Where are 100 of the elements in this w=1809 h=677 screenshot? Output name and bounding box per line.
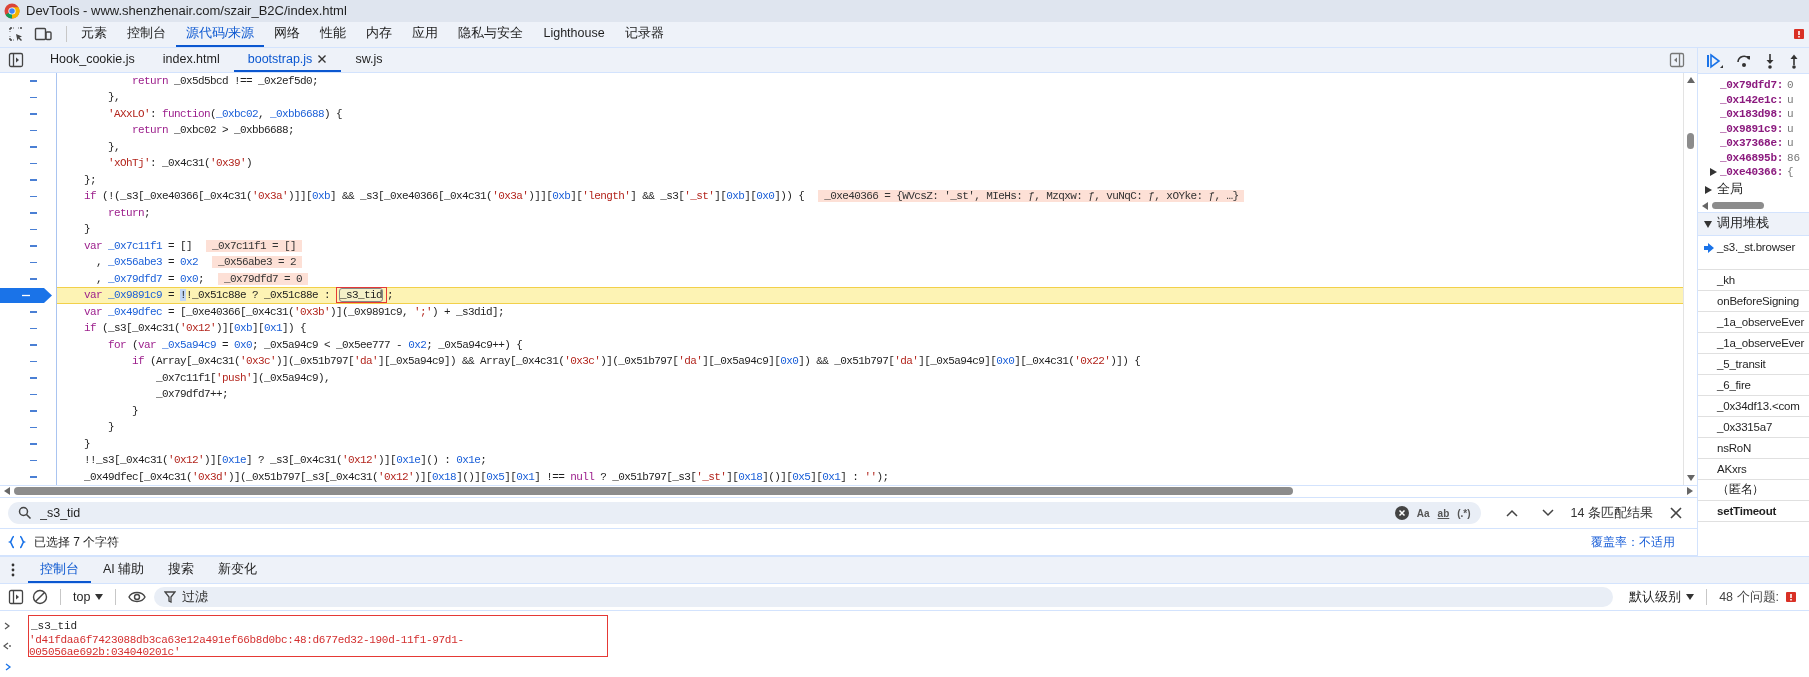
close-icon[interactable] xyxy=(317,53,328,64)
breakable-line-mark[interactable] xyxy=(30,459,37,462)
inline-value: _0x56abe3 = 2 xyxy=(212,256,303,269)
device-icon[interactable] xyxy=(34,26,52,43)
current-frame-icon xyxy=(1704,242,1714,253)
scroll-left-icon[interactable] xyxy=(4,487,10,496)
breakable-line-mark[interactable] xyxy=(30,228,37,231)
file-tab[interactable]: Hook_cookie.js xyxy=(36,48,149,72)
expand-arrow-icon[interactable] xyxy=(1710,168,1717,177)
panel-tab[interactable]: 应用 xyxy=(402,21,449,47)
code-line: } xyxy=(131,404,138,417)
breakable-line-mark[interactable] xyxy=(30,96,37,99)
file-tab[interactable]: index.html xyxy=(148,48,234,72)
context-dropdown[interactable]: top xyxy=(73,590,104,604)
prompt-chevron-icon[interactable] xyxy=(4,663,12,671)
code-line: 'AXxLO': function(_0xbc02, _0xbb6688) { xyxy=(107,107,343,120)
breakable-line-mark[interactable] xyxy=(30,162,37,165)
filter-box[interactable]: 过滤 xyxy=(154,587,1614,607)
call-stack-frame[interactable]: nsRoN xyxy=(1698,437,1809,459)
drawer-tab[interactable]: AI 辅助 xyxy=(91,557,157,583)
call-stack-frame[interactable]: _kh xyxy=(1698,269,1809,291)
breakable-line-mark[interactable] xyxy=(30,129,37,132)
clear-console-icon[interactable] xyxy=(32,589,48,605)
call-stack-frame[interactable]: _1a_observeEver xyxy=(1698,332,1809,354)
result-arrow-icon xyxy=(3,642,11,650)
close-icon[interactable] xyxy=(1669,506,1683,521)
breakpoint-marker[interactable] xyxy=(0,287,52,303)
scroll-left-icon[interactable] xyxy=(1702,201,1708,210)
step-over-icon[interactable] xyxy=(1736,52,1752,69)
clear-icon[interactable] xyxy=(1394,506,1409,521)
search-option[interactable]: Aa xyxy=(1416,507,1430,519)
step-into-icon[interactable] xyxy=(1764,52,1776,69)
code-line: } xyxy=(83,223,90,236)
panel-tab[interactable]: 控制台 xyxy=(117,21,176,47)
breakable-line-mark[interactable] xyxy=(30,393,37,396)
search-box[interactable]: _s3_tid Aa ab (.*) xyxy=(8,502,1481,525)
panel-tab[interactable]: 内存 xyxy=(356,21,403,47)
drawer-tab[interactable]: 控制台 xyxy=(28,557,91,583)
code-line: } xyxy=(107,421,114,434)
step-out-icon[interactable] xyxy=(1788,52,1800,69)
sidebar-toggle-icon[interactable] xyxy=(8,589,24,605)
panel-tab[interactable]: 网络 xyxy=(264,21,311,47)
file-tab[interactable]: sw.js xyxy=(341,48,397,72)
pretty-print-icon[interactable] xyxy=(8,535,26,550)
call-stack-frame[interactable]: _s3._st.browser xyxy=(1698,235,1809,270)
inline-value: _0xe40366 = {WVcsZ: '_st', MIeHs: ƒ, Mzqxw: ƒ, vuNqC: ƒ, xOYke: ƒ, …} xyxy=(818,190,1245,203)
inspect-icon[interactable] xyxy=(8,26,24,43)
search-option[interactable]: (.*) xyxy=(1457,507,1471,519)
panel-tab[interactable]: Lighthouse xyxy=(533,21,615,47)
call-stack-header[interactable]: 调用堆栈 xyxy=(1698,211,1809,236)
breakable-line-mark[interactable] xyxy=(30,360,37,363)
call-stack-frame[interactable]: _0x3315a7 xyxy=(1698,416,1809,438)
breakable-line-mark[interactable] xyxy=(30,426,37,429)
panel-tab[interactable]: 性能 xyxy=(310,21,357,47)
scroll-down-icon[interactable] xyxy=(1686,474,1695,481)
call-stack-frame[interactable]: AKxrs xyxy=(1698,458,1809,480)
drawer-tab[interactable]: 新变化 xyxy=(206,557,270,583)
breakable-line-mark[interactable] xyxy=(30,195,37,198)
scrollbar-thumb[interactable] xyxy=(14,487,1293,496)
panel-tab[interactable]: 元素 xyxy=(71,21,117,47)
call-stack-frame[interactable]: setTimeout xyxy=(1698,500,1809,522)
scroll-up-icon[interactable] xyxy=(1686,76,1695,83)
variable-name: _0x183d98: xyxy=(1720,108,1783,121)
coverage-link[interactable]: 覆盖率：不适用 xyxy=(1591,533,1675,551)
issues-icon[interactable] xyxy=(1793,28,1805,41)
eye-icon[interactable] xyxy=(128,591,147,603)
file-tab[interactable]: bootstrap.js xyxy=(233,48,342,72)
search-option[interactable]: ab xyxy=(1437,507,1450,519)
scrollbar-thumb[interactable] xyxy=(1712,202,1764,209)
sidebar-toggle-icon[interactable] xyxy=(8,51,24,68)
inline-value: _0x7c11f1 = [] xyxy=(206,239,303,252)
code-line: , _0x79dfd7 = 0x0; xyxy=(95,272,205,285)
selection-info: 已选择 7 个字符 xyxy=(34,533,120,551)
call-stack-frame[interactable]: _6_fire xyxy=(1698,374,1809,396)
call-stack-frame[interactable]: （匿名） xyxy=(1698,479,1809,501)
sidebar-toggle-icon[interactable] xyxy=(1669,51,1685,68)
panel-tab[interactable]: 记录器 xyxy=(614,21,674,47)
scope-section[interactable]: 全局 xyxy=(1698,179,1809,200)
breakable-line-mark[interactable] xyxy=(30,261,37,264)
issues-button[interactable]: 48 个问题: xyxy=(1719,588,1801,606)
drawer-tab[interactable]: 搜索 xyxy=(156,557,207,583)
variable-value: u xyxy=(1787,108,1794,121)
resume-icon[interactable] xyxy=(1706,52,1724,69)
variable-name: _0x142e1c: xyxy=(1720,93,1783,106)
filter-field[interactable]: 过滤 xyxy=(182,590,1604,604)
code-line: !!_s3[_0x4c31('0x12')][0x1e] ? _s3[_0x4c31('0x12')][0x1e]() : 0x1e; xyxy=(83,454,487,467)
search-field[interactable]: _s3_tid xyxy=(40,506,1387,521)
call-stack-frame[interactable]: _5_transit xyxy=(1698,353,1809,375)
more-options-icon[interactable] xyxy=(10,563,16,577)
code-line: return _0x5d5bcd !== _0x2ef5d0; xyxy=(131,74,319,87)
scrollbar-thumb[interactable] xyxy=(1687,132,1694,149)
breakable-line-mark[interactable] xyxy=(30,327,37,330)
code-line: if (!(_s3[_0xe40366[_0x4c31('0x3a')]][0xb] && _s3[_0xe40366[_0x4c31('0x3a')]][0xb]['length'] && _s3['_st'][0xb][0x0])) { xyxy=(83,190,805,203)
log-level-dropdown[interactable]: 默认级别 xyxy=(1629,588,1695,606)
call-stack-frame[interactable]: _1a_observeEver xyxy=(1698,311,1809,333)
call-stack-frame[interactable]: onBeforeSigning xyxy=(1698,290,1809,312)
call-stack-frame[interactable]: _0x34df13.<com xyxy=(1698,395,1809,417)
code-line: var _0x49dfec = [_0xe40366[_0x4c31('0x3b')](_0x9891c9, ';') + _s3did]; xyxy=(83,305,505,318)
panel-tab[interactable]: 隐私与安全 xyxy=(448,21,534,47)
scroll-right-icon[interactable] xyxy=(1687,487,1693,496)
